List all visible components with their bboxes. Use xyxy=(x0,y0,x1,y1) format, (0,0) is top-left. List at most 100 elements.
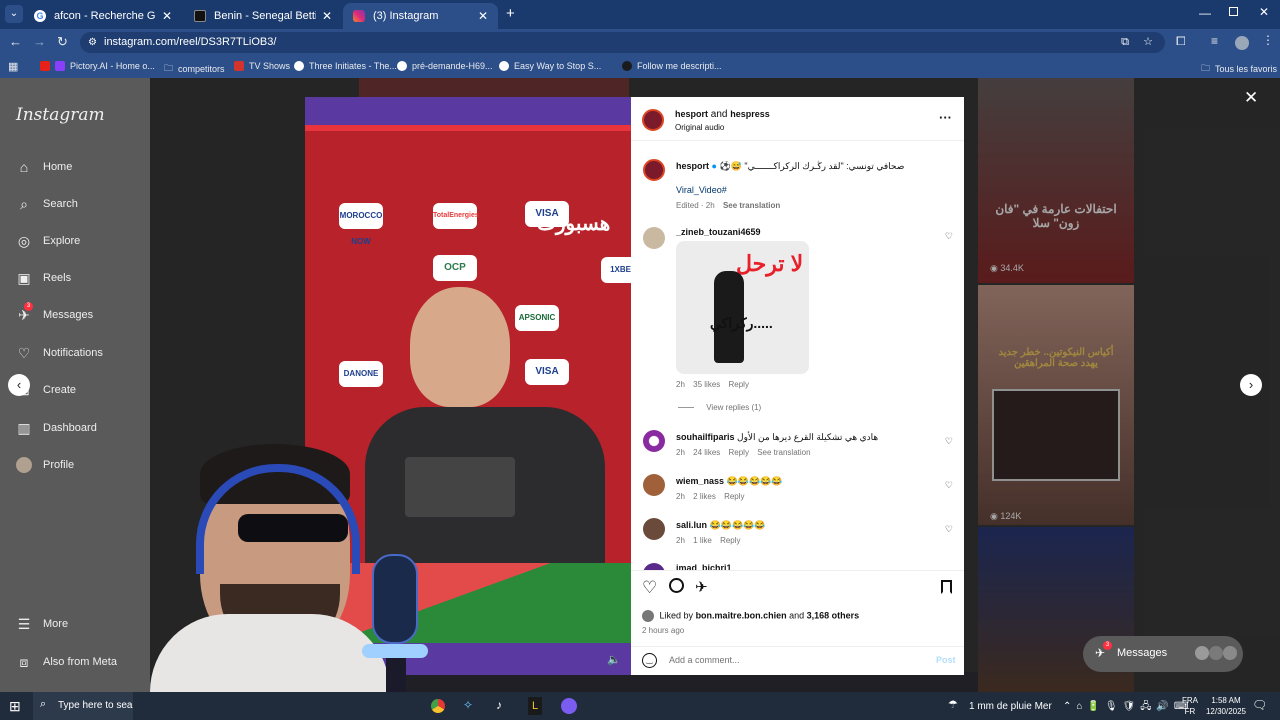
nav-explore[interactable]: ◎ Explore xyxy=(16,233,80,249)
comment-input[interactable]: Add a comment... xyxy=(669,655,909,665)
avatar[interactable] xyxy=(643,474,665,496)
tab-afcon[interactable]: G afcon - Recherche Google ✕ xyxy=(24,3,182,29)
see-translation-link[interactable]: See translation xyxy=(723,201,780,210)
messages-pill[interactable]: ✈ 3 Messages xyxy=(1083,636,1243,672)
nav-dashboard[interactable]: ▥ Dashboard xyxy=(16,420,96,436)
browser-menu-icon[interactable]: ⋮ xyxy=(1262,33,1274,47)
tab-benin-senegal[interactable]: Benin - Senegal Betting - 30.12 ✕ xyxy=(184,3,342,29)
bookmark-tv-shows[interactable]: TV Shows xyxy=(234,61,290,71)
chrome-taskbar-icon[interactable] xyxy=(431,699,445,713)
avatar[interactable] xyxy=(643,430,665,452)
bookmark-three-initiates[interactable]: Three Initiates - The... xyxy=(294,61,397,71)
reply-link[interactable]: Reply xyxy=(720,536,740,545)
previous-arrow-icon[interactable]: ‹ xyxy=(8,374,30,396)
bookmark-pictory[interactable]: Pictory.AI - Home o... xyxy=(40,61,155,71)
windows-start-icon[interactable]: ⊞ xyxy=(9,698,21,715)
instagram-logo[interactable]: Instagram xyxy=(16,105,105,125)
comment-username[interactable]: sali.lun xyxy=(676,520,707,530)
bookmark-star-icon[interactable]: ☆ xyxy=(1143,32,1153,53)
hashtag-link[interactable]: Viral_Video# xyxy=(676,185,727,195)
clock[interactable]: 1:58 AM 12/30/2025 xyxy=(1204,695,1248,717)
tab-search-button[interactable]: ⌄ xyxy=(5,5,23,23)
comment-gif[interactable]: لا ترحل ركراكي..... xyxy=(676,241,809,374)
back-arrow-icon[interactable]: ← xyxy=(9,34,22,49)
caption-username[interactable]: hesport xyxy=(676,161,709,171)
forward-arrow-icon[interactable]: → xyxy=(33,34,46,49)
nav-notifications[interactable]: ♡ Notifications xyxy=(16,345,103,361)
bookmark-competitors[interactable]: 🗀 competitors xyxy=(164,61,225,77)
reply-link[interactable]: Reply xyxy=(729,380,749,389)
emoji-icon[interactable]: ‿ xyxy=(642,653,657,668)
tab-instagram[interactable]: (3) Instagram ✕ xyxy=(343,3,498,29)
like-comment-heart-icon[interactable]: ♡ xyxy=(945,436,953,447)
close-tab-icon[interactable]: ✕ xyxy=(478,9,488,23)
liked-by-user-link[interactable]: bon.maitre.bon.chien xyxy=(696,610,787,620)
discord-taskbar-icon[interactable] xyxy=(561,698,577,714)
restore-icon[interactable] xyxy=(1229,7,1238,16)
comment-username[interactable]: imad_bichri1 xyxy=(676,563,732,570)
adobe-taskbar-icon[interactable]: L xyxy=(528,697,542,715)
likes-count[interactable]: 2 likes xyxy=(693,492,716,501)
like-comment-heart-icon[interactable]: ♡ xyxy=(945,231,953,242)
bookmark-easy-way[interactable]: Easy Way to Stop S... xyxy=(499,61,601,71)
nav-also-from-meta[interactable]: ⧈ Also from Meta xyxy=(16,654,117,670)
see-translation-link[interactable]: See translation xyxy=(757,448,810,457)
next-arrow-icon[interactable]: › xyxy=(1240,374,1262,396)
weather-text[interactable]: 1 mm de pluie Mer xyxy=(969,701,1052,712)
close-tab-icon[interactable]: ✕ xyxy=(322,9,332,23)
post-time[interactable]: 2 hours ago xyxy=(642,626,684,635)
avatar[interactable] xyxy=(643,518,665,540)
liked-by-others-link[interactable]: 3,168 others xyxy=(807,610,860,620)
likes-count[interactable]: 24 likes xyxy=(693,448,720,457)
close-icon[interactable]: ✕ xyxy=(1244,88,1258,108)
likes-count[interactable]: 1 like xyxy=(693,536,712,545)
like-heart-icon[interactable]: ♡ xyxy=(642,578,657,598)
nav-profile[interactable]: Profile xyxy=(16,457,74,473)
author-link[interactable]: hesport xyxy=(675,109,708,119)
davinci-taskbar-icon[interactable]: ✧ xyxy=(463,698,473,712)
reply-link[interactable]: Reply xyxy=(724,492,744,501)
nav-messages[interactable]: ✈ 3 Messages xyxy=(16,302,93,323)
media-controls-icon[interactable]: ≡ xyxy=(1211,34,1218,48)
bookmark-follow-me[interactable]: Follow me descripti... xyxy=(622,61,722,71)
tiktok-taskbar-icon[interactable]: ♪ xyxy=(496,698,502,712)
avatar[interactable] xyxy=(643,227,665,249)
extensions-icon[interactable]: ⧠ xyxy=(1176,34,1186,49)
share-send-icon[interactable]: ✈ xyxy=(695,578,708,596)
minimize-icon[interactable]: — xyxy=(1199,6,1211,20)
address-bar[interactable]: ⚙ instagram.com/reel/DS3R7TLiOB3/ ⧉ ☆ xyxy=(80,32,1165,53)
comment-username[interactable]: souhailfiparis xyxy=(676,432,735,442)
nav-search[interactable]: ⌕ Search xyxy=(16,196,78,212)
reload-icon[interactable]: ↻ xyxy=(57,34,68,50)
coauthor-link[interactable]: hespress xyxy=(730,109,770,119)
bookmark-pre-demande[interactable]: pré-demande-H69... xyxy=(397,61,493,71)
likes-count[interactable]: 35 likes xyxy=(693,380,720,389)
close-window-icon[interactable]: ✕ xyxy=(1259,5,1269,19)
close-tab-icon[interactable]: ✕ xyxy=(162,9,172,23)
language-indicator[interactable]: FRA FR xyxy=(1182,695,1198,717)
like-comment-heart-icon[interactable]: ♡ xyxy=(945,524,953,535)
save-bookmark-icon[interactable] xyxy=(941,580,952,594)
reply-link[interactable]: Reply xyxy=(729,448,749,457)
avatar[interactable] xyxy=(643,563,665,570)
taskbar-search[interactable]: ⌕ Type here to search xyxy=(33,692,133,720)
comment-username[interactable]: wiem_nass xyxy=(676,476,724,486)
install-app-icon[interactable]: ⧉ xyxy=(1121,32,1129,53)
mute-icon[interactable]: 🔈 xyxy=(607,653,621,666)
apps-grid-icon[interactable]: ▦ xyxy=(8,60,18,73)
nav-home[interactable]: ⌂ Home xyxy=(16,159,73,175)
avatar[interactable] xyxy=(642,109,664,131)
comment-bubble-icon[interactable] xyxy=(669,578,684,593)
new-tab-plus-icon[interactable]: + xyxy=(506,5,515,22)
more-options-icon[interactable]: ··· xyxy=(939,110,952,125)
avatar[interactable] xyxy=(1235,36,1249,50)
post-comment-button[interactable]: Post xyxy=(936,655,956,665)
like-comment-heart-icon[interactable]: ♡ xyxy=(945,480,953,491)
comment-username[interactable]: _zineb_touzani4659 xyxy=(676,227,761,237)
nav-reels[interactable]: ▣ Reels xyxy=(16,270,71,286)
all-bookmarks[interactable]: 🗀 Tous les favoris xyxy=(1201,61,1277,77)
notification-center-icon[interactable]: 🗨 xyxy=(1252,698,1267,712)
nav-more[interactable]: ☰ More xyxy=(16,616,68,632)
site-info-icon[interactable]: ⚙ xyxy=(88,32,97,53)
tray-icons[interactable]: ⌃⌂🔋🎙🛡🖧🔊⌨ xyxy=(1063,699,1193,716)
